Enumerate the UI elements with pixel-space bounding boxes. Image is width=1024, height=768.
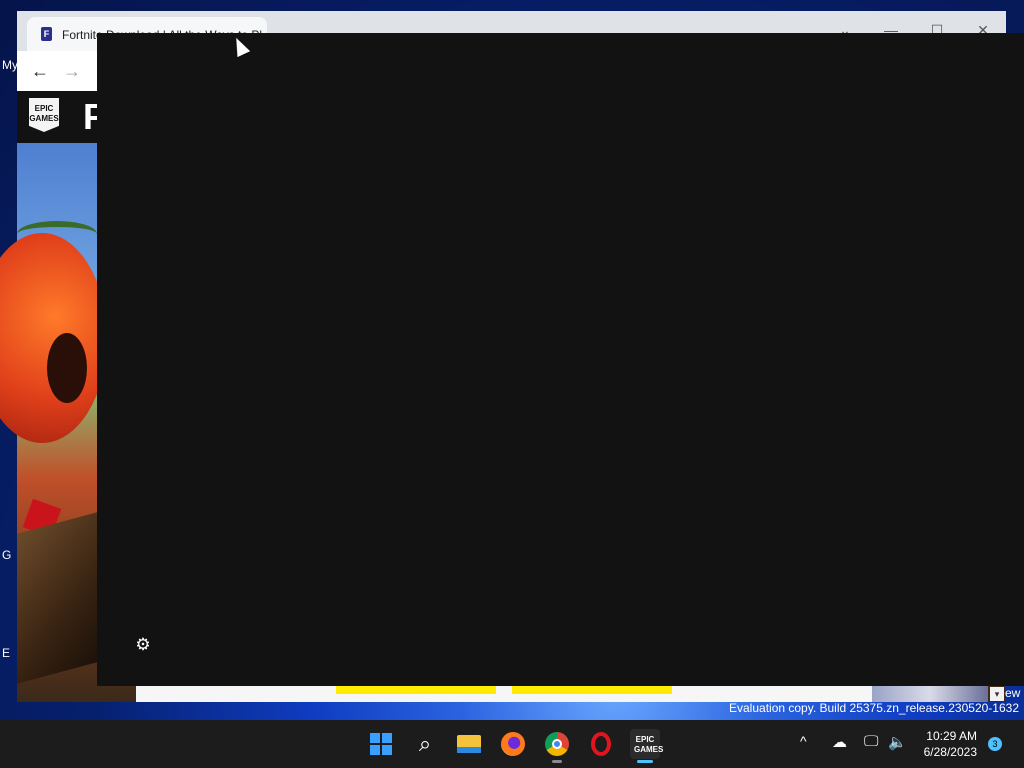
opera-icon[interactable] [586, 729, 616, 759]
forward-arrow-icon[interactable]: → [60, 59, 84, 83]
active-indicator [637, 760, 653, 763]
desktop-icon-label-stub[interactable]: E [2, 646, 10, 660]
epic-games-launcher-label: EPIC GAMES [634, 732, 663, 756]
onedrive-icon[interactable]: ☁ [832, 733, 847, 751]
loading-overlay: ⚙ [97, 33, 1024, 686]
clock-date[interactable]: 6/28/2023 [915, 745, 977, 759]
chevron-up-icon[interactable]: ^ [800, 733, 807, 749]
gear-icon[interactable]: ⚙ [133, 635, 153, 655]
firefox-icon[interactable] [498, 729, 528, 759]
back-arrow-icon[interactable]: ← [28, 59, 52, 83]
file-explorer-icon[interactable] [454, 729, 484, 759]
start-icon[interactable] [366, 729, 396, 759]
yellow-highlight-bar [512, 686, 672, 694]
desktop-icon-label-stub[interactable]: G [2, 548, 11, 562]
notification-badge[interactable]: 3 [988, 737, 1002, 751]
volume-icon[interactable]: 🔈 [888, 733, 907, 751]
hero-art-weapon [17, 512, 97, 684]
fortnite-favicon-icon: F [41, 27, 52, 41]
epic-games-launcher-icon[interactable]: EPIC GAMES [630, 729, 663, 759]
chrome-icon[interactable] [542, 729, 572, 759]
desktop-icon-label-stub[interactable]: My [2, 58, 18, 72]
page-bottom-strip [136, 686, 872, 702]
network-icon[interactable]: 🖵 [864, 733, 878, 750]
running-indicator [552, 760, 562, 763]
partial-text: ew [1005, 686, 1021, 700]
chevron-down-icon[interactable]: ▾ [990, 687, 1004, 701]
page-bottom-image [872, 686, 988, 702]
epic-games-logo[interactable]: EPIC GAMES [29, 98, 59, 132]
search-icon[interactable]: ⌕ [410, 729, 440, 759]
evaluation-watermark: Evaluation copy. Build 25375.zn_release.… [729, 701, 1019, 715]
hero-art-tomato-head [0, 233, 107, 443]
yellow-highlight-bar [336, 686, 496, 694]
hero-art-eye [47, 333, 87, 403]
clock-time[interactable]: 10:29 AM [921, 729, 977, 743]
